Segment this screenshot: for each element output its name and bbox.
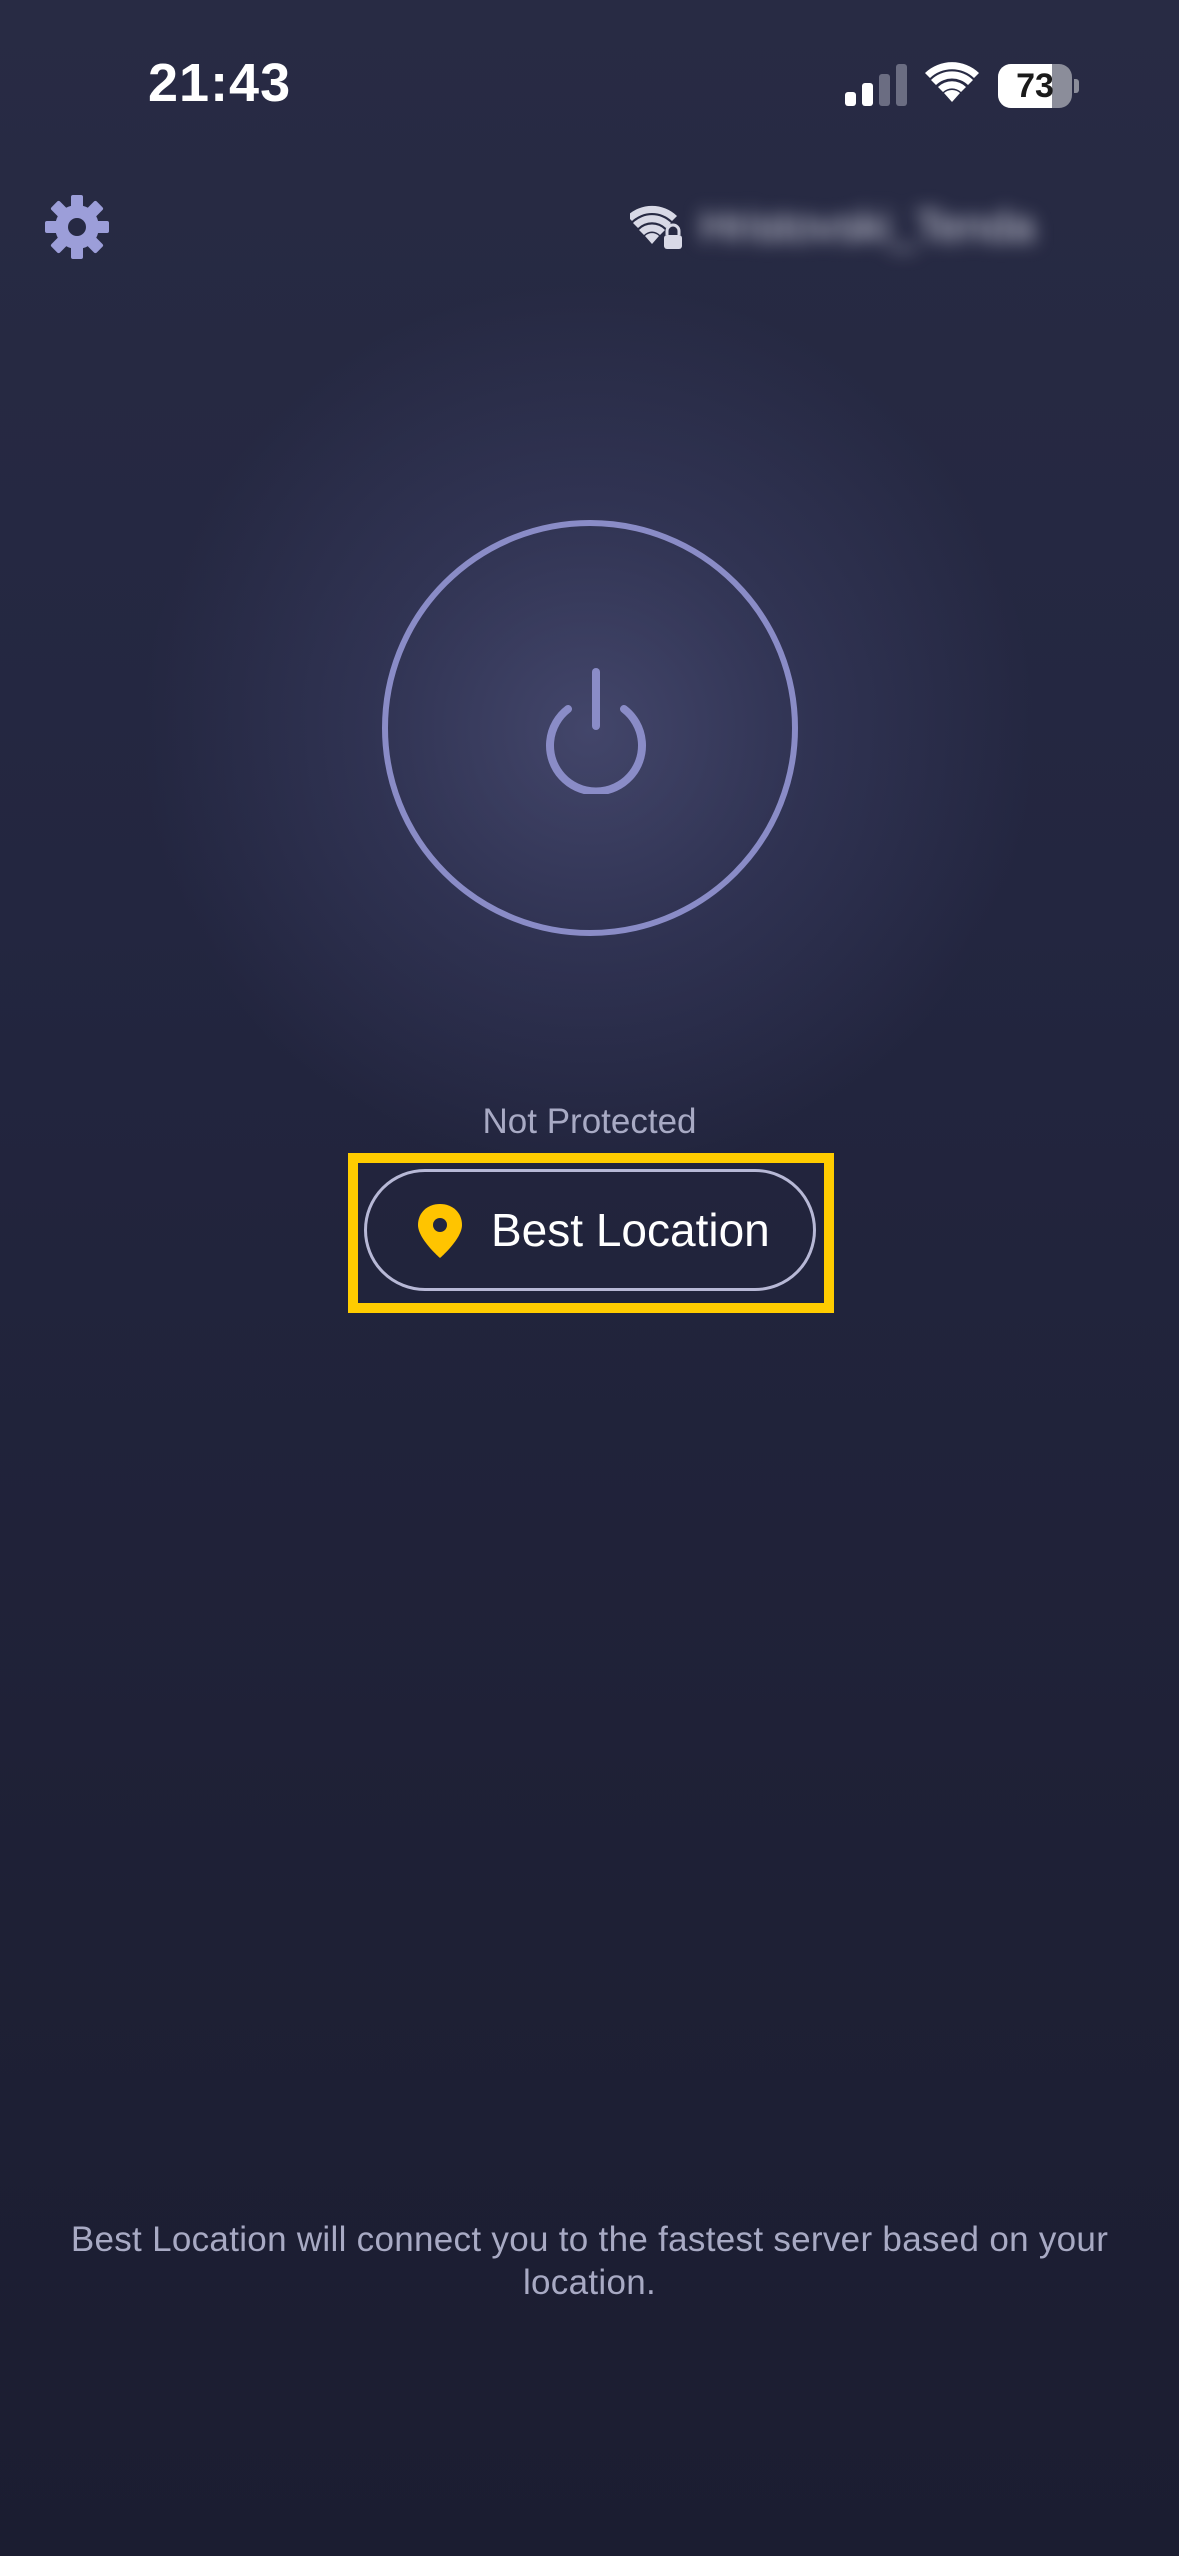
connect-power-button[interactable] <box>382 520 798 936</box>
battery-percent: 73 <box>1016 67 1054 105</box>
connection-status: Not Protected <box>482 1102 697 1141</box>
map-pin-icon <box>418 1204 462 1258</box>
battery-body: 73 <box>998 64 1072 108</box>
power-icon <box>546 668 646 794</box>
location-info-text: Best Location will connect you to the fa… <box>70 2220 1109 2302</box>
vpn-home-screen: 21:43 73 Hristovski_Tenda Not Protected … <box>0 0 1179 2556</box>
battery-cap <box>1074 79 1079 93</box>
wifi-icon <box>925 62 979 102</box>
gear-icon[interactable] <box>44 194 110 260</box>
wifi-lock-icon <box>630 205 682 249</box>
status-time: 21:43 <box>148 53 292 113</box>
network-name: Hristovski_Tenda <box>700 202 1036 251</box>
battery-indicator: 73 <box>998 64 1079 108</box>
cellular-signal-icon <box>845 64 907 106</box>
best-location-label: Best Location <box>491 1204 770 1256</box>
best-location-button[interactable]: Best Location <box>364 1169 816 1291</box>
